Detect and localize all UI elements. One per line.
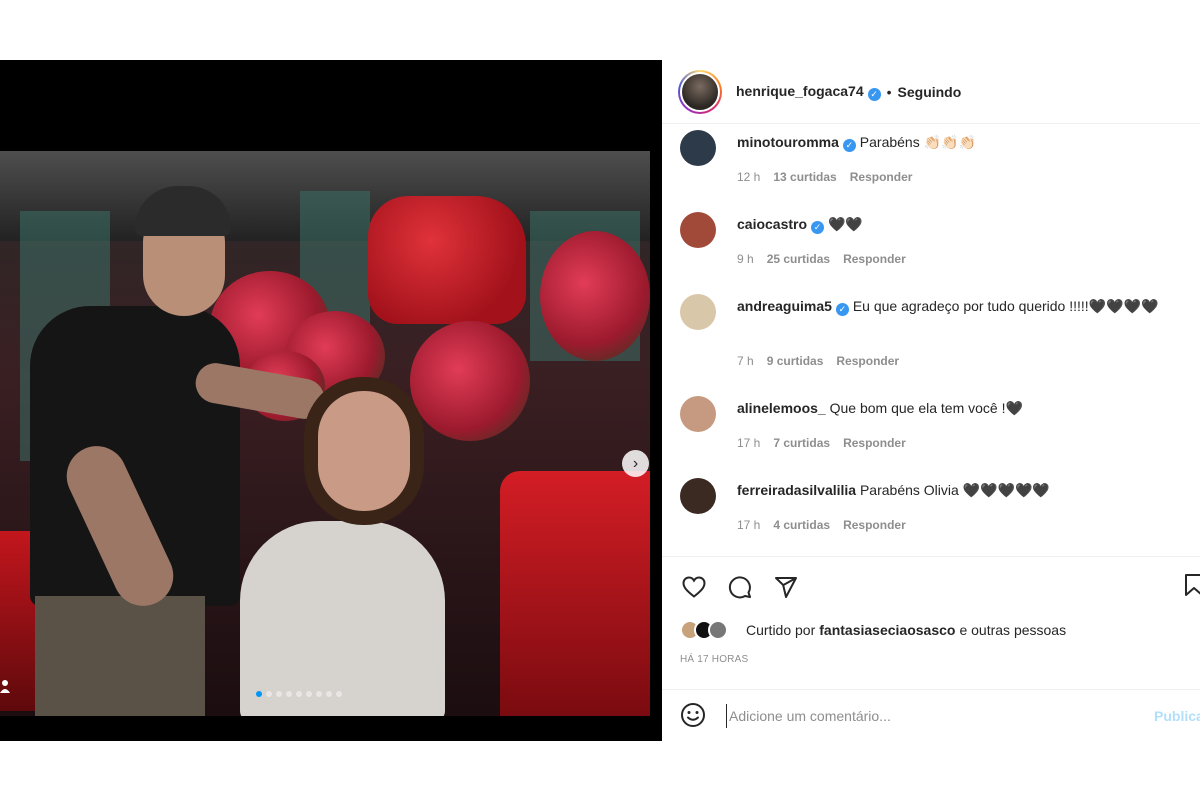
liked-by: Curtido por fantasiaseciaosasco e outras… xyxy=(680,618,1066,642)
comments-list: minotouromma ✓ Parabéns 👏🏻👏🏻👏🏻 12 h 13 curt… xyxy=(662,124,1200,556)
comment-meta: 9 h 25 curtidas Responder xyxy=(737,252,906,266)
carousel-dot xyxy=(276,691,282,697)
comment-meta: 17 h 7 curtidas Responder xyxy=(737,436,906,450)
liked-by-others[interactable]: e outras pessoas xyxy=(959,622,1066,638)
comment-meta: 17 h 4 curtidas Responder xyxy=(737,518,906,532)
chevron-right-icon: › xyxy=(632,455,639,472)
commenter-avatar[interactable] xyxy=(680,130,716,166)
post-photo xyxy=(0,151,650,716)
commenter-username[interactable]: caiocastro xyxy=(737,216,807,232)
carousel-dot xyxy=(256,691,262,697)
post-actions: Curtido por fantasiaseciaosasco e outras… xyxy=(662,556,1200,741)
commenter-username[interactable]: ferreiradasilvalilia xyxy=(737,482,856,498)
heart-icon[interactable] xyxy=(680,573,708,601)
comment-time[interactable]: 9 h xyxy=(737,252,754,266)
commenter-avatar[interactable] xyxy=(680,294,716,330)
tagged-user-icon[interactable] xyxy=(0,678,10,694)
author-username[interactable]: henrique_fogaca74 ✓ xyxy=(736,83,881,101)
bookmark-icon[interactable] xyxy=(1184,573,1200,601)
comment-time[interactable]: 12 h xyxy=(737,170,760,184)
carousel-dot xyxy=(316,691,322,697)
publish-button[interactable]: Publicar xyxy=(1154,708,1200,724)
author-avatar[interactable] xyxy=(678,69,722,114)
verified-badge-icon: ✓ xyxy=(835,303,849,316)
post-header: henrique_fogaca74 ✓ • Seguindo xyxy=(662,60,1200,124)
comment-body: caiocastro ✓ 🖤🖤 xyxy=(737,214,1187,234)
carousel-dot xyxy=(306,691,312,697)
comment-likes[interactable]: 4 curtidas xyxy=(773,518,830,532)
comment-likes[interactable]: 9 curtidas xyxy=(767,354,824,368)
comment-body: ferreiradasilvalilia Parabéns Olivia 🖤🖤🖤… xyxy=(737,480,1187,500)
post-sidebar: henrique_fogaca74 ✓ • Seguindo minotourom… xyxy=(662,60,1200,741)
liked-by-avatars[interactable] xyxy=(680,618,740,642)
comment-text: Eu que agradeço por tudo querido !!!!!🖤🖤… xyxy=(852,298,1159,314)
comment-body: minotouromma ✓ Parabéns 👏🏻👏🏻👏🏻 xyxy=(737,132,1187,152)
comment-body: andreaguima5 ✓ Eu que agradeço por tudo q… xyxy=(737,296,1187,316)
instagram-post-view: › henrique_fogaca74 ✓ • Seguindo minotour… xyxy=(0,0,1200,800)
reply-button[interactable]: Responder xyxy=(836,354,899,368)
comment-text: Parabéns 👏🏻👏🏻👏🏻 xyxy=(859,134,976,150)
post-timestamp[interactable]: HÁ 17 HORAS xyxy=(680,654,748,665)
follow-status-button[interactable]: Seguindo xyxy=(898,84,962,100)
carousel-dot xyxy=(296,691,302,697)
comment-icon[interactable] xyxy=(726,573,754,601)
comment-likes[interactable]: 7 curtidas xyxy=(773,436,830,450)
commenter-username[interactable]: minotouromma xyxy=(737,134,839,150)
reply-button[interactable]: Responder xyxy=(843,252,906,266)
comment-item: andreaguima5 ✓ Eu que agradeço por tudo q… xyxy=(680,292,1190,372)
reply-button[interactable]: Responder xyxy=(850,170,913,184)
liked-by-user[interactable]: fantasiaseciaosasco xyxy=(819,622,955,638)
reply-button[interactable]: Responder xyxy=(843,518,906,532)
reply-button[interactable]: Responder xyxy=(843,436,906,450)
comment-time[interactable]: 17 h xyxy=(737,518,760,532)
comment-text: Parabéns Olivia 🖤🖤🖤🖤🖤 xyxy=(859,482,1050,498)
commenter-avatar[interactable] xyxy=(680,478,716,514)
post-media: › xyxy=(0,60,662,741)
verified-badge-icon: ✓ xyxy=(842,139,856,152)
commenter-avatar[interactable] xyxy=(680,212,716,248)
comment-item: minotouromma ✓ Parabéns 👏🏻👏🏻👏🏻 12 h 13 curt… xyxy=(680,128,1190,208)
header-separator: • xyxy=(886,83,892,100)
comment-meta: 12 h 13 curtidas Responder xyxy=(737,170,912,184)
share-icon[interactable] xyxy=(772,573,800,601)
comment-time[interactable]: 7 h xyxy=(737,354,754,368)
emoji-icon[interactable] xyxy=(680,702,708,730)
add-comment-bar: Publicar xyxy=(662,689,1200,742)
comment-likes[interactable]: 25 curtidas xyxy=(767,252,830,266)
verified-badge-icon: ✓ xyxy=(867,87,881,101)
carousel-dot xyxy=(326,691,332,697)
comment-item: ferreiradasilvalilia Parabéns Olivia 🖤🖤🖤… xyxy=(680,476,1190,556)
verified-badge-icon: ✓ xyxy=(811,221,825,234)
carousel-dot xyxy=(336,691,342,697)
liked-by-prefix: Curtido por xyxy=(746,622,816,638)
comment-item: caiocastro ✓ 🖤🖤 9 h 25 curtidas Responder xyxy=(680,210,1190,290)
comment-text: 🖤🖤 xyxy=(827,216,863,232)
carousel-dot xyxy=(266,691,272,697)
next-slide-button[interactable]: › xyxy=(622,450,649,477)
carousel-dot xyxy=(286,691,292,697)
commenter-username[interactable]: alinelemoos_ xyxy=(737,400,826,416)
comment-text: Que bom que ela tem você !🖤 xyxy=(829,400,1023,416)
comment-input[interactable] xyxy=(726,704,1126,728)
commenter-avatar[interactable] xyxy=(680,396,716,432)
commenter-username[interactable]: andreaguima5 xyxy=(737,298,832,314)
comment-body: alinelemoos_ Que bom que ela tem você !🖤 xyxy=(737,398,1187,418)
carousel-dots xyxy=(256,691,342,697)
comment-item: alinelemoos_ Que bom que ela tem você !🖤… xyxy=(680,394,1190,474)
comment-likes[interactable]: 13 curtidas xyxy=(773,170,836,184)
comment-time[interactable]: 17 h xyxy=(737,436,760,450)
comment-meta: 7 h 9 curtidas Responder xyxy=(737,354,899,368)
